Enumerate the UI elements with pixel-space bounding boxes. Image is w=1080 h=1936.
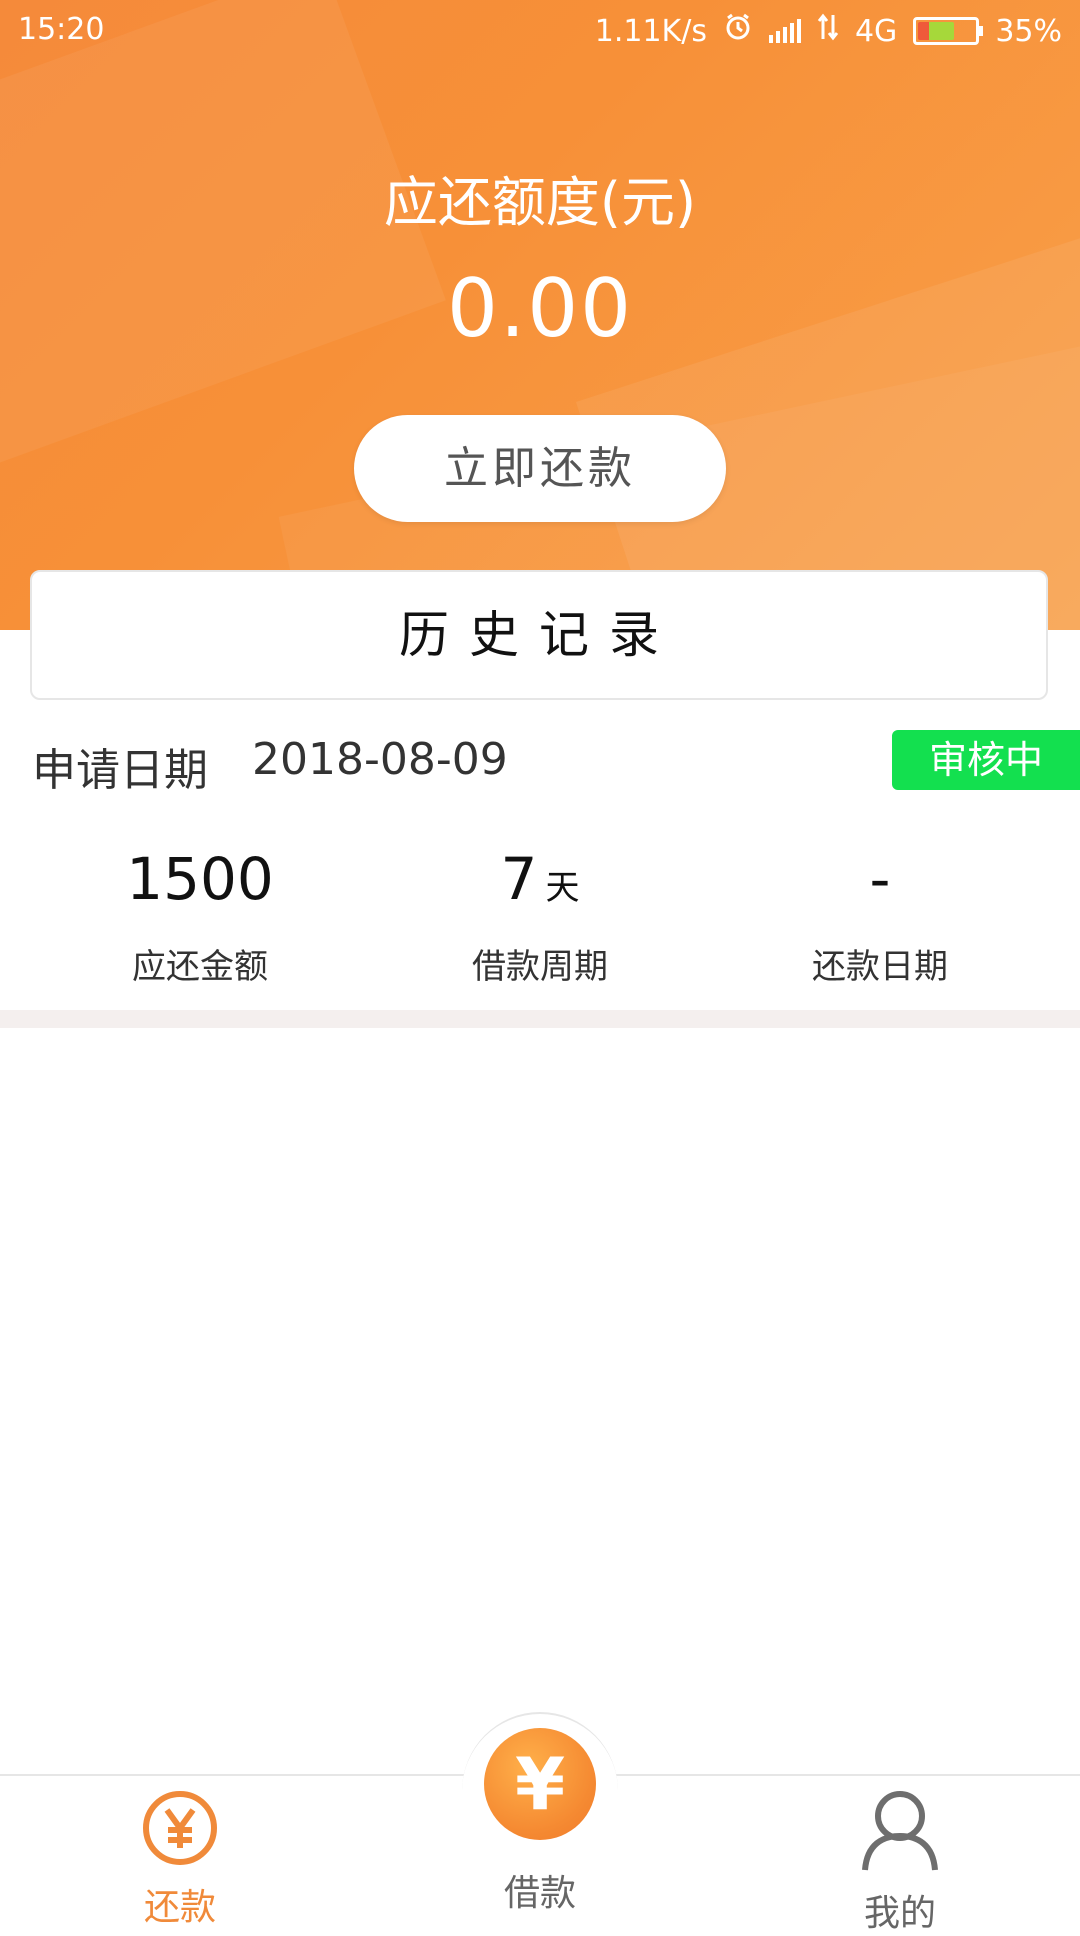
apply-date-label: 申请日期 — [32, 745, 208, 796]
stat-repay-date-value: - — [869, 845, 891, 913]
stat-amount-value: 1500 — [126, 845, 274, 913]
header: 15:20 1.11K/s 4G 35% 应还额度(元) 0.00 立即还款 — [0, 0, 1080, 630]
application-row: 申请日期 2018-08-09 审核中 — [32, 730, 1080, 800]
repay-amount: 0.00 — [446, 262, 634, 355]
nav-borrow-label: 借款 — [503, 1873, 576, 1914]
alarm-icon — [723, 12, 753, 50]
yen-circle-icon — [80, 1788, 280, 1872]
status-bar: 15:20 1.11K/s 4G 35% — [0, 0, 1080, 64]
repay-now-button[interactable]: 立即还款 — [354, 415, 726, 522]
nav-mine-label: 我的 — [863, 1893, 936, 1934]
stat-repay-date-label: 还款日期 — [812, 947, 948, 987]
nav-mine[interactable]: 我的 — [800, 1776, 1000, 1936]
stat-amount: 1500 应还金额 — [20, 845, 380, 988]
network-type: 4G — [854, 13, 898, 49]
history-records-header[interactable]: 历史记录 — [30, 570, 1048, 700]
apply-date-value: 2018-08-09 — [252, 734, 508, 785]
nav-repay[interactable]: 还款 — [80, 1776, 280, 1930]
status-right: 1.11K/s 4G 35% — [595, 12, 1062, 50]
yen-icon: ¥ — [484, 1728, 596, 1840]
stat-amount-label: 应还金额 — [132, 947, 268, 987]
signal-icon — [768, 19, 801, 43]
user-icon — [800, 1784, 1000, 1878]
nav-repay-label: 还款 — [143, 1887, 216, 1928]
stat-period-unit: 天 — [545, 868, 580, 908]
nav-borrow[interactable]: ¥ 借款 — [462, 1712, 618, 1916]
battery-percent: 35% — [995, 13, 1062, 49]
stat-period-label: 借款周期 — [472, 947, 608, 987]
stat-repay-date: - 还款日期 — [700, 845, 1060, 988]
network-speed: 1.11K/s — [594, 13, 707, 49]
loan-stats: 1500 应还金额 7天 借款周期 - 还款日期 — [0, 845, 1080, 995]
status-time: 15:20 — [18, 12, 105, 47]
status-badge: 审核中 — [892, 730, 1080, 790]
section-divider — [0, 1010, 1080, 1028]
stat-period-value: 7 — [500, 845, 538, 913]
stat-period: 7天 借款周期 — [360, 845, 720, 988]
page-title: 应还额度(元) — [383, 171, 697, 234]
background-shape — [0, 0, 446, 479]
data-icon — [817, 13, 839, 49]
battery-icon — [913, 17, 984, 45]
